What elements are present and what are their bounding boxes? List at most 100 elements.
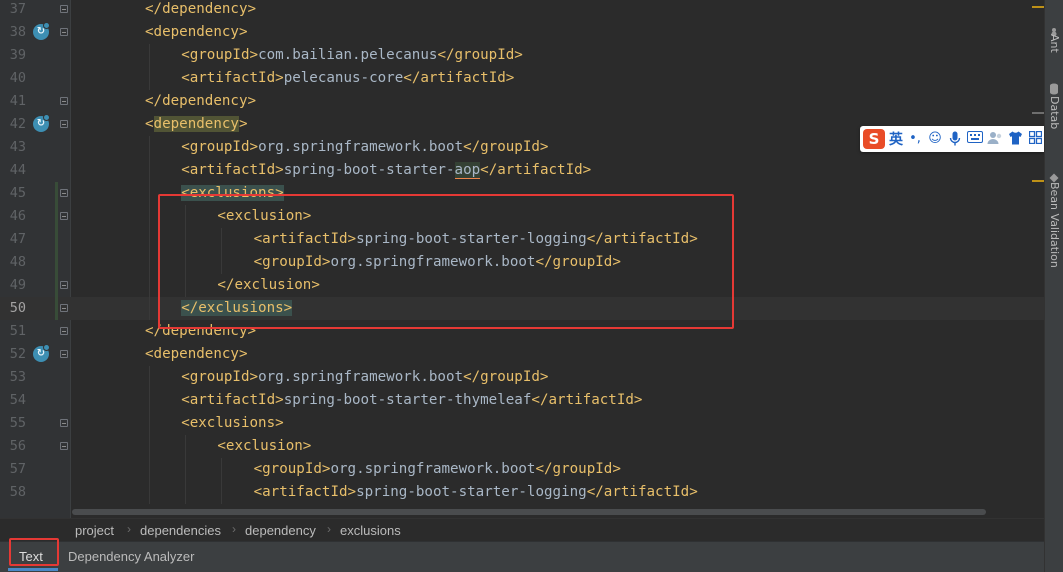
tab-dependency-analyzer[interactable]: Dependency Analyzer bbox=[68, 549, 194, 564]
chevron-right-icon: › bbox=[232, 522, 236, 536]
fold-toggle-icon[interactable] bbox=[60, 304, 68, 312]
vcs-change-marker[interactable] bbox=[55, 228, 58, 251]
line-number: 49 bbox=[9, 277, 26, 293]
breadcrumb-item[interactable]: dependency bbox=[245, 523, 316, 538]
ant-icon bbox=[1049, 22, 1059, 37]
code-line[interactable]: 57 <groupId>org.springframework.boot</gro… bbox=[0, 458, 1044, 481]
line-code: <exclusion> bbox=[217, 208, 312, 224]
code-line[interactable]: 49 </exclusion> bbox=[0, 274, 1044, 297]
emoji-icon[interactable]: ☺ bbox=[927, 131, 943, 147]
indent-guide bbox=[149, 435, 150, 458]
line-number: 44 bbox=[9, 162, 26, 178]
maven-dependency-gutter-icon[interactable]: ↻ bbox=[33, 344, 50, 362]
warning-stripe-marker[interactable] bbox=[1032, 180, 1044, 182]
fold-toggle-icon[interactable] bbox=[60, 189, 68, 197]
code-line[interactable]: 46 <exclusion> bbox=[0, 205, 1044, 228]
line-number: 48 bbox=[9, 254, 26, 270]
fold-toggle-icon[interactable] bbox=[60, 97, 68, 105]
code-line[interactable]: 53 <groupId>org.springframework.boot</gro… bbox=[0, 366, 1044, 389]
indent-guide bbox=[149, 481, 150, 504]
code-line[interactable]: 38 ↻ <dependency> bbox=[0, 21, 1044, 44]
sogou-logo-icon[interactable]: S bbox=[863, 129, 885, 149]
indent-guide bbox=[221, 481, 223, 504]
active-tab-indicator bbox=[8, 568, 58, 571]
indent-guide bbox=[185, 251, 187, 274]
warning-stripe-marker[interactable] bbox=[1032, 6, 1044, 8]
maven-dependency-gutter-icon[interactable]: ↻ bbox=[33, 22, 50, 40]
line-number: 37 bbox=[9, 1, 26, 17]
line-number: 58 bbox=[9, 484, 26, 500]
code-line[interactable]: 52 ↻ <dependency> bbox=[0, 343, 1044, 366]
indent-guide bbox=[149, 389, 150, 412]
maven-dependency-gutter-icon[interactable]: ↻ bbox=[33, 114, 50, 132]
code-line[interactable]: 50 </exclusions> bbox=[0, 297, 1044, 320]
code-line[interactable]: 48 <groupId>org.springframework.boot</gro… bbox=[0, 251, 1044, 274]
line-code: <groupId>org.springframework.boot</group… bbox=[253, 461, 621, 477]
ime-toolbar[interactable]: S 英 •, ☺ bbox=[860, 126, 1044, 152]
fold-toggle-icon[interactable] bbox=[60, 212, 68, 220]
code-line[interactable]: 47 <artifactId>spring-boot-starter-loggin… bbox=[0, 228, 1044, 251]
fold-toggle-icon[interactable] bbox=[60, 28, 68, 36]
line-code: <exclusion> bbox=[217, 438, 312, 454]
indent-guide bbox=[185, 435, 187, 458]
line-number: 42 bbox=[9, 116, 26, 132]
indent-guide bbox=[149, 182, 150, 205]
vcs-change-marker[interactable] bbox=[55, 182, 58, 205]
indent-guide bbox=[185, 205, 187, 228]
indent-guide bbox=[149, 412, 150, 435]
grid-icon[interactable] bbox=[1027, 130, 1043, 147]
user-icon[interactable] bbox=[987, 131, 1003, 147]
tool-window-database[interactable]: Datab bbox=[1048, 96, 1061, 129]
vcs-change-marker[interactable] bbox=[55, 297, 58, 320]
line-number: 52 bbox=[9, 346, 26, 362]
line-code: </dependency> bbox=[145, 323, 257, 339]
line-code: <dependency> bbox=[145, 24, 248, 40]
code-line[interactable]: 58 <artifactId>spring-boot-starter-loggin… bbox=[0, 481, 1044, 504]
line-code: <artifactId>spring-boot-starter-aop</art… bbox=[181, 162, 592, 179]
fold-toggle-icon[interactable] bbox=[60, 5, 68, 13]
indent-guide bbox=[221, 251, 223, 274]
breadcrumb-item[interactable]: project bbox=[75, 523, 114, 538]
indent-guide bbox=[149, 205, 150, 228]
fold-toggle-icon[interactable] bbox=[60, 327, 68, 335]
code-line[interactable]: 39 <groupId>com.bailian.pelecanus</groupI… bbox=[0, 44, 1044, 67]
stripe-marker[interactable] bbox=[1032, 112, 1044, 114]
code-line[interactable]: 40 <artifactId>pelecanus-core</artifactId… bbox=[0, 67, 1044, 90]
fold-toggle-icon[interactable] bbox=[60, 281, 68, 289]
chevron-right-icon: › bbox=[127, 522, 131, 536]
code-line[interactable]: 56 <exclusion> bbox=[0, 435, 1044, 458]
fold-toggle-icon[interactable] bbox=[60, 120, 68, 128]
indent-guide bbox=[185, 228, 187, 251]
code-line[interactable]: 45 <exclusions> bbox=[0, 182, 1044, 205]
code-line[interactable]: 55 <exclusions> bbox=[0, 412, 1044, 435]
breadcrumb-item[interactable]: dependencies bbox=[140, 523, 221, 538]
fold-toggle-icon[interactable] bbox=[60, 442, 68, 450]
vcs-change-marker[interactable] bbox=[55, 251, 58, 274]
fold-toggle-icon[interactable] bbox=[60, 350, 68, 358]
line-number: 45 bbox=[9, 185, 26, 201]
tool-window-ant[interactable]: Ant bbox=[1048, 34, 1061, 53]
indent-guide bbox=[149, 297, 150, 320]
indent-guide bbox=[149, 458, 150, 481]
code-line[interactable]: 41 </dependency> bbox=[0, 90, 1044, 113]
line-number: 53 bbox=[9, 369, 26, 385]
breadcrumb-item[interactable]: exclusions bbox=[340, 523, 401, 538]
keyboard-icon[interactable] bbox=[967, 131, 983, 147]
ime-mode-toggle[interactable]: 英 bbox=[889, 129, 903, 149]
punctuation-icon[interactable]: •, bbox=[907, 131, 923, 147]
microphone-icon[interactable] bbox=[947, 131, 963, 147]
code-line[interactable]: 54 <artifactId>spring-boot-starter-thymel… bbox=[0, 389, 1044, 412]
fold-toggle-icon[interactable] bbox=[60, 419, 68, 427]
shirt-icon[interactable] bbox=[1007, 131, 1023, 147]
horizontal-scrollbar[interactable] bbox=[72, 509, 986, 515]
tool-window-bean-validation[interactable]: Bean Validation bbox=[1048, 182, 1061, 268]
vcs-change-marker[interactable] bbox=[55, 205, 58, 228]
line-number: 39 bbox=[9, 47, 26, 63]
code-line[interactable]: 37 </dependency> bbox=[0, 0, 1044, 21]
code-line[interactable]: 51 </dependency> bbox=[0, 320, 1044, 343]
code-line[interactable]: 44 <artifactId>spring-boot-starter-aop</a… bbox=[0, 159, 1044, 182]
code-editor[interactable]: <artifactId>bailian-spring-cloud-apollo-… bbox=[0, 0, 1044, 518]
chevron-right-icon: › bbox=[327, 522, 331, 536]
line-code: </exclusions> bbox=[181, 300, 293, 316]
vcs-change-marker[interactable] bbox=[55, 274, 58, 297]
